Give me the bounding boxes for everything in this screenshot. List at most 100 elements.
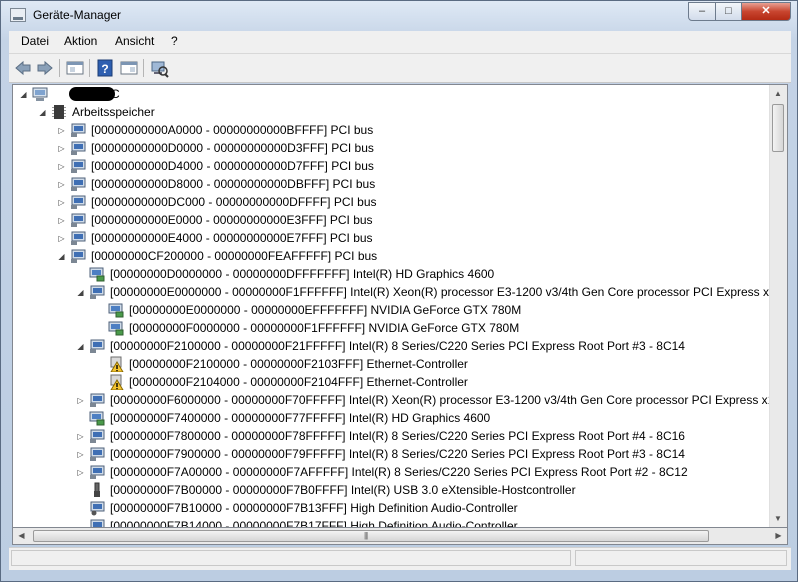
display-adapter-icon <box>89 410 105 426</box>
vertical-scrollbar[interactable]: ▲ ▼ <box>769 85 787 527</box>
tree-node[interactable]: [00000000F7B00000 - 00000000F7B0FFFF] In… <box>13 481 769 499</box>
collapse-arrow-icon[interactable]: ◢ <box>38 108 47 117</box>
tree-node[interactable]: [00000000F7400000 - 00000000F77FFFFF] In… <box>13 409 769 427</box>
device-icon <box>70 230 86 246</box>
device-name-label: PCI bus <box>329 231 373 245</box>
memory-range-label: [00000000000D0000 - 00000000000D3FFF] <box>91 141 328 155</box>
horizontal-scrollbar[interactable]: ◀ ||| ▶ <box>12 528 788 545</box>
scroll-left-icon[interactable]: ◀ <box>13 528 30 544</box>
title-bar[interactable]: Geräte-Manager – □ ✕ <box>1 1 797 31</box>
expand-arrow-icon[interactable]: ▷ <box>57 126 66 135</box>
tree-node[interactable]: ▷ [00000000F7900000 - 00000000F79FFFFF] I… <box>13 445 769 463</box>
memory-range-label: [00000000000E4000 - 00000000000E7FFF] <box>91 231 327 245</box>
menu-datei[interactable]: Datei <box>21 34 49 48</box>
memory-range-label: [00000000000E0000 - 00000000000E3FFF] <box>91 213 327 227</box>
memory-range-label: [00000000F7800000 - 00000000F78FFFFF] <box>110 429 346 443</box>
help-icon[interactable]: ? <box>95 58 115 78</box>
tree-node[interactable]: ▷ [00000000000A0000 - 00000000000BFFFF] P… <box>13 121 769 139</box>
device-name-label: Intel(R) Xeon(R) processor E3-1200 v3/4t… <box>348 393 788 407</box>
warning-device-icon <box>108 356 124 373</box>
device-name-label: High Definition Audio-Controller <box>350 501 518 515</box>
device-icon <box>70 140 86 156</box>
warning-device-icon <box>108 374 124 391</box>
tree-node[interactable]: ▷ [00000000000D8000 - 00000000000DBFFF] P… <box>13 175 769 193</box>
device-icon <box>70 248 86 264</box>
tree-root-computer[interactable]: ◢ -PC <box>13 85 769 103</box>
properties-window-icon[interactable] <box>65 58 85 78</box>
maximize-button[interactable]: □ <box>715 2 742 21</box>
tree-node[interactable]: [00000000F7B14000 - 00000000F7B17FFF] Hi… <box>13 517 769 528</box>
forward-arrow-icon[interactable] <box>35 58 55 78</box>
close-button[interactable]: ✕ <box>741 2 791 21</box>
tree-node[interactable]: [00000000F7B10000 - 00000000F7B13FFF] Hi… <box>13 499 769 517</box>
expand-arrow-icon[interactable]: ▷ <box>57 162 66 171</box>
device-manager-icon <box>10 8 26 22</box>
minimize-button[interactable]: – <box>688 2 716 21</box>
expand-arrow-icon[interactable]: ▷ <box>57 234 66 243</box>
tree-node[interactable]: ◢ [00000000CF200000 - 00000000FEAFFFFF] P… <box>13 247 769 265</box>
toolbar: ? <box>9 54 791 83</box>
memory-range-label: [00000000F0000000 - 00000000F1FFFFFF] <box>129 321 366 335</box>
device-icon <box>70 158 86 174</box>
memory-range-label: [00000000F6000000 - 00000000F70FFFFF] <box>110 393 346 407</box>
collapse-arrow-icon[interactable]: ◢ <box>19 90 28 99</box>
tree-node[interactable]: [00000000F2100000 - 00000000F2103FFF] Et… <box>13 355 769 373</box>
device-name-label: PCI bus <box>331 159 374 173</box>
device-name-label: PCI bus <box>329 213 373 227</box>
menu-ansicht[interactable]: Ansicht <box>115 34 154 48</box>
tree-node[interactable]: [00000000F2104000 - 00000000F2104FFF] Et… <box>13 373 769 391</box>
tree-node[interactable]: ▷ [00000000000D4000 - 00000000000D7FFF] P… <box>13 157 769 175</box>
tree-node[interactable]: ▷ [00000000000E0000 - 00000000000E3FFF] P… <box>13 211 769 229</box>
status-bar <box>9 547 791 570</box>
tree-node[interactable]: ▷ [00000000000DC000 - 00000000000DFFFF] P… <box>13 193 769 211</box>
menu-help[interactable]: ? <box>171 34 178 48</box>
computer-name-label: -PC <box>99 87 120 101</box>
tree-node[interactable]: ▷ [00000000F7800000 - 00000000F78FFFFF] I… <box>13 427 769 445</box>
memory-range-label: [00000000F7A00000 - 00000000F7AFFFFF] <box>110 465 349 479</box>
audio-device-icon <box>89 500 105 516</box>
vertical-scroll-thumb[interactable] <box>772 104 784 152</box>
device-name-label: NVIDIA GeForce GTX 780M <box>370 303 522 317</box>
console-tree-icon[interactable] <box>119 58 139 78</box>
memory-range-label: [00000000F7B14000 - 00000000F7B17FFF] <box>110 519 347 528</box>
scroll-right-icon[interactable]: ▶ <box>770 528 787 544</box>
tree-node[interactable]: ◢ Arbeitsspeicher <box>13 103 769 121</box>
tree-node[interactable]: ◢ [00000000F2100000 - 00000000F21FFFFF] I… <box>13 337 769 355</box>
collapse-arrow-icon[interactable]: ◢ <box>76 342 85 351</box>
tree-node[interactable]: [00000000D0000000 - 00000000DFFFFFFF] In… <box>13 265 769 283</box>
expand-arrow-icon[interactable]: ▷ <box>76 450 85 459</box>
expand-arrow-icon[interactable]: ▷ <box>57 180 66 189</box>
scroll-up-icon[interactable]: ▲ <box>770 85 786 102</box>
memory-range-label: [00000000E0000000 - 00000000EFFFFFFF] <box>129 303 368 317</box>
menu-bar: Datei Aktion Ansicht ? <box>9 31 791 54</box>
tree-node[interactable]: [00000000E0000000 - 00000000EFFFFFFF] NV… <box>13 301 769 319</box>
back-arrow-icon[interactable] <box>13 58 33 78</box>
expand-arrow-icon[interactable]: ▷ <box>57 198 66 207</box>
scroll-down-icon[interactable]: ▼ <box>770 510 786 527</box>
collapse-arrow-icon[interactable]: ◢ <box>76 288 85 297</box>
expand-arrow-icon[interactable]: ▷ <box>76 432 85 441</box>
expand-arrow-icon[interactable]: ▷ <box>76 468 85 477</box>
expand-arrow-icon[interactable]: ▷ <box>57 216 66 225</box>
device-tree[interactable]: ◢ -PC ◢ Arbeitsspeicher ▷ [00000000000A0000 -… <box>12 84 788 528</box>
tree-node[interactable]: ▷ [00000000F7A00000 - 00000000F7AFFFFF] I… <box>13 463 769 481</box>
tree-node[interactable]: ▷ [00000000000E4000 - 00000000000E7FFF] P… <box>13 229 769 247</box>
menu-aktion[interactable]: Aktion <box>64 34 97 48</box>
tree-node[interactable]: ◢ [00000000E0000000 - 00000000F1FFFFFF] I… <box>13 283 787 301</box>
device-name-label: Intel(R) HD Graphics 4600 <box>352 267 495 281</box>
expand-arrow-icon[interactable]: ▷ <box>57 144 66 153</box>
memory-range-label: [00000000F7B10000 - 00000000F7B13FFF] <box>110 501 347 515</box>
device-name-label: PCI bus <box>333 195 377 209</box>
expand-arrow-icon[interactable]: ▷ <box>76 396 85 405</box>
collapse-arrow-icon[interactable]: ◢ <box>57 252 66 261</box>
device-name-label: PCI bus <box>332 177 376 191</box>
device-name-label: Intel(R) 8 Series/C220 Series PCI Expres… <box>348 339 685 353</box>
usb-icon <box>89 482 105 498</box>
tree-node[interactable]: ▷ [00000000000D0000 - 00000000000D3FFF] P… <box>13 139 769 157</box>
tree-node[interactable]: [00000000F0000000 - 00000000F1FFFFFF] NV… <box>13 319 769 337</box>
memory-range-label: [00000000D0000000 - 00000000DFFFFFFF] <box>110 267 350 281</box>
memory-range-label: [00000000F7900000 - 00000000F79FFFFF] <box>110 447 346 461</box>
scan-hardware-icon[interactable] <box>149 58 169 78</box>
horizontal-scroll-thumb[interactable]: ||| <box>33 530 709 542</box>
tree-node[interactable]: ▷ [00000000F6000000 - 00000000F70FFFFF] I… <box>13 391 787 409</box>
